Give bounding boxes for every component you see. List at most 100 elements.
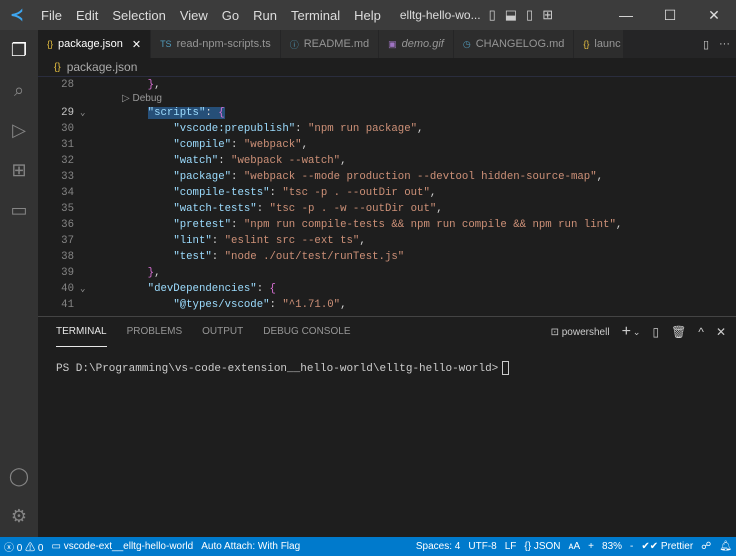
changelog-file-icon: ◷ xyxy=(462,38,471,49)
split-terminal-icon[interactable]: ▯ xyxy=(652,325,659,339)
indentation-status[interactable]: Spaces: 4 xyxy=(412,541,464,552)
menu-selection[interactable]: Selection xyxy=(105,8,172,23)
code-token: , xyxy=(359,235,366,247)
code-token: "node ./out/test/runTest.js" xyxy=(224,251,405,263)
language-name: JSON xyxy=(533,541,561,552)
tab-launch[interactable]: {} launc xyxy=(574,30,624,58)
encoding-status[interactable]: UTF-8 xyxy=(464,541,500,552)
menu-help[interactable]: Help xyxy=(347,8,388,23)
code-line: 37 "lint": "eslint src --ext ts", xyxy=(38,233,736,249)
zoom-in-button[interactable]: + xyxy=(584,541,598,552)
trash-icon[interactable]: 🗑 xyxy=(671,325,686,339)
maximize-panel-icon[interactable]: ^ xyxy=(698,325,704,339)
line-number: 40 xyxy=(61,283,74,295)
font-status[interactable]: ᴀA xyxy=(565,541,585,552)
tab-debug-console[interactable]: DEBUG CONSOLE xyxy=(263,317,350,347)
line-number: 32 xyxy=(61,155,74,167)
prettier-status[interactable]: ✔✔ Prettier xyxy=(637,541,697,552)
code-token: "npm run package" xyxy=(308,123,418,135)
explorer-icon[interactable]: ❐ xyxy=(0,30,38,70)
code-text: "scripts": { xyxy=(122,105,225,121)
feedback-icon[interactable]: ☍ xyxy=(697,541,715,552)
terminal-shell-selector[interactable]: ⊡ powershell xyxy=(551,327,610,338)
menu-edit[interactable]: Edit xyxy=(69,8,105,23)
menu-terminal[interactable]: Terminal xyxy=(284,8,347,23)
eol-status[interactable]: LF xyxy=(501,541,521,552)
language-status[interactable]: {} JSON xyxy=(520,541,564,552)
tab-package-json[interactable]: {} package.json ✕ xyxy=(38,30,152,58)
extensions-icon[interactable]: ⊞ xyxy=(0,150,38,190)
new-terminal-icon[interactable]: + xyxy=(622,323,631,341)
tab-label: read-npm-scripts.ts xyxy=(176,38,271,50)
menu-file[interactable]: File xyxy=(34,8,69,23)
image-file-icon: ▣ xyxy=(388,38,397,49)
fold-chevron-icon[interactable]: ⌄ xyxy=(80,281,85,297)
tab-terminal[interactable]: TERMINAL xyxy=(56,317,107,347)
fold-chevron-icon[interactable]: ⌄ xyxy=(80,105,85,121)
maximize-button[interactable]: ☐ xyxy=(648,0,692,30)
toggle-sidebar-icon[interactable]: ▯ xyxy=(489,7,496,23)
code-editor[interactable]: 28 }, ▷ Debug 29 ⌄ "scripts": {30 "vscode:p… xyxy=(38,76,736,315)
notifications-bell-icon[interactable]: 🔔︎ xyxy=(715,541,736,552)
problems-status[interactable]: ⓧ 0 ⚠ 0 xyxy=(0,539,47,554)
tab-changelog[interactable]: ◷ CHANGELOG.md xyxy=(453,30,575,58)
folder-status[interactable]: ▭ vscode-ext__elltg-hello-world xyxy=(47,541,197,552)
account-icon[interactable]: ◯ xyxy=(0,456,38,496)
breadcrumb: {} package.json xyxy=(38,58,736,76)
terminal-icon: ⊡ xyxy=(550,326,559,338)
menu-go[interactable]: Go xyxy=(215,8,246,23)
code-line: 30 "vscode:prepublish": "npm run package… xyxy=(38,121,736,137)
line-number: 30 xyxy=(61,123,74,135)
zoom-level[interactable]: 83% xyxy=(598,541,626,552)
search-icon[interactable]: ⌕ xyxy=(0,70,38,110)
customize-layout-icon[interactable]: ⊞ xyxy=(542,7,553,23)
code-token: : xyxy=(231,219,244,231)
split-editor-icon[interactable]: ▯ xyxy=(703,38,709,51)
code-token: "scripts" xyxy=(147,107,206,119)
close-button[interactable]: ✕ xyxy=(692,0,736,30)
minimize-button[interactable]: — xyxy=(604,0,648,30)
error-count: 0 xyxy=(16,543,23,554)
code-text: }, xyxy=(122,77,161,93)
zoom-out-button[interactable]: - xyxy=(626,541,637,552)
code-line: 40 ⌄ "devDependencies": { xyxy=(38,281,736,297)
run-debug-icon[interactable]: ▷ xyxy=(0,110,38,150)
code-token: { xyxy=(269,283,276,295)
terminal-output[interactable]: PS D:\Programming\vs-code-extension__hel… xyxy=(38,351,736,385)
line-number: 35 xyxy=(61,203,74,215)
debug-codelens[interactable]: ▷ Debug xyxy=(38,93,736,105)
tab-readme[interactable]: ⓘ README.md xyxy=(280,30,380,58)
title-bar: ≺ File Edit Selection View Go Run Termin… xyxy=(0,0,736,30)
toggle-secondary-sidebar-icon[interactable]: ▯ xyxy=(526,7,533,23)
tab-read-npm-scripts[interactable]: TS read-npm-scripts.ts xyxy=(151,30,281,58)
breadcrumb-file[interactable]: package.json xyxy=(67,60,138,74)
json-file-icon: {} xyxy=(54,61,61,73)
auto-attach-status[interactable]: Auto Attach: With Flag xyxy=(197,541,304,552)
chevron-down-icon[interactable]: ⌄ xyxy=(633,327,641,338)
code-token: , xyxy=(417,123,424,135)
code-token: "compile-tests" xyxy=(173,187,270,199)
close-tab-icon[interactable]: ✕ xyxy=(132,38,141,51)
code-line: 36 "pretest": "npm run compile-tests && … xyxy=(38,217,736,233)
prettier-label: Prettier xyxy=(660,541,694,552)
close-panel-icon[interactable]: ✕ xyxy=(716,325,726,339)
toggle-panel-icon[interactable]: ⬓ xyxy=(505,7,517,23)
settings-gear-icon[interactable]: ⚙ xyxy=(0,496,38,536)
shell-name: powershell xyxy=(561,326,610,338)
remote-explorer-icon[interactable]: ▭ xyxy=(0,190,38,230)
code-token: , xyxy=(429,187,437,199)
tab-demo-gif[interactable]: ▣ demo.gif xyxy=(379,30,454,58)
menu-view[interactable]: View xyxy=(173,8,215,23)
more-actions-icon[interactable]: ··· xyxy=(719,38,730,50)
tab-output[interactable]: OUTPUT xyxy=(202,317,243,347)
menu-run[interactable]: Run xyxy=(246,8,284,23)
tab-label: demo.gif xyxy=(401,38,444,50)
code-text: "package": "webpack --mode production --… xyxy=(122,169,603,185)
tab-problems[interactable]: PROBLEMS xyxy=(127,317,183,347)
code-text: "vscode:prepublish": "npm run package", xyxy=(122,121,423,137)
